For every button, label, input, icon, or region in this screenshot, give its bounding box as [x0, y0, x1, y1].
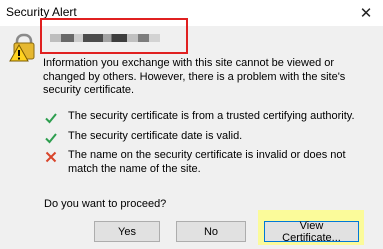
dialog-title: Security Alert — [6, 5, 77, 19]
warning-lock-icon — [9, 33, 35, 62]
green-check-icon — [45, 132, 57, 143]
certificate-checks-list: The security certificate is from a trust… — [44, 110, 374, 182]
security-alert-dialog: Security Alert ✕ Information you exchang… — [0, 0, 383, 249]
close-button[interactable]: ✕ — [349, 0, 383, 26]
close-icon: ✕ — [359, 5, 373, 22]
check-item-date-valid: The security certificate date is valid. — [44, 130, 374, 144]
redaction-annotation-box — [40, 18, 188, 54]
red-x-icon — [45, 151, 57, 163]
green-check-icon — [45, 113, 57, 124]
check-item-trusted-authority: The security certificate is from a trust… — [44, 110, 374, 124]
check-text: The security certificate date is valid. — [68, 129, 243, 142]
view-certificate-button[interactable]: View Certificate... — [264, 220, 359, 244]
check-text: The name on the security certificate is … — [68, 149, 346, 175]
info-message: Information you exchange with this site … — [43, 57, 346, 96]
proceed-prompt: Do you want to proceed? — [44, 198, 167, 210]
check-text: The security certificate is from a trust… — [68, 110, 355, 122]
no-button[interactable]: No — [176, 221, 246, 242]
yes-button[interactable]: Yes — [94, 221, 160, 242]
redacted-site-name — [50, 34, 160, 42]
check-item-name-invalid: The name on the security certificate is … — [44, 149, 374, 176]
